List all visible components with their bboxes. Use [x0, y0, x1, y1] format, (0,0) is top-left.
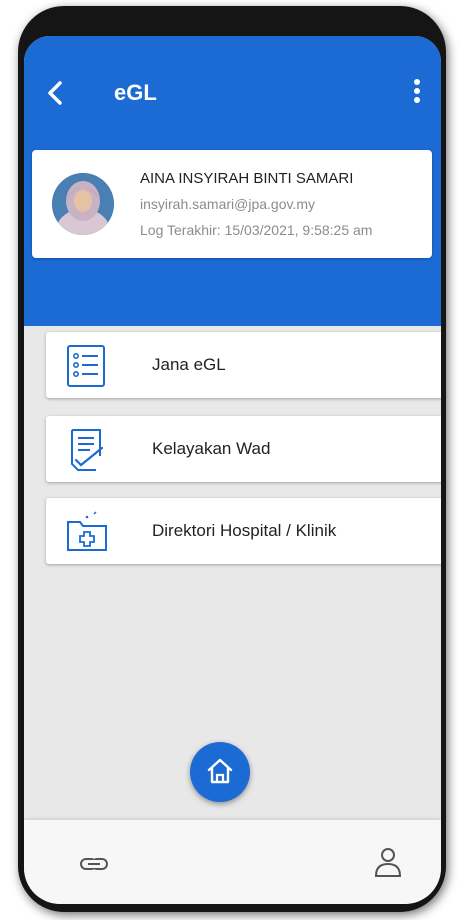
menu-item-label: Kelayakan Wad — [152, 439, 271, 458]
checklist-document-icon — [71, 429, 104, 471]
more-vert-icon[interactable] — [405, 76, 429, 110]
bottom-nav — [24, 820, 441, 904]
last-login: Log Terakhir: 15/03/2021, 9:58:25 am — [140, 222, 373, 238]
chevron-left-icon[interactable] — [40, 78, 70, 108]
link-icon[interactable] — [76, 846, 112, 882]
menu-item-jana-egl[interactable]: Jana eGL — [46, 332, 441, 398]
menu-item-label: Direktori Hospital / Klinik — [152, 521, 337, 540]
menu-item-kelayakan-wad[interactable]: Kelayakan Wad — [46, 416, 441, 482]
menu-item-direktori-hospital[interactable]: Direktori Hospital / Klinik — [46, 498, 441, 564]
list-icon — [67, 345, 105, 387]
menu-item-label: Jana eGL — [152, 355, 226, 374]
home-icon — [207, 758, 233, 784]
profile-name: AINA INSYIRAH BINTI SAMARI — [140, 170, 354, 187]
home-button[interactable] — [190, 742, 250, 802]
medical-folder-icon — [67, 511, 107, 551]
profile-email: insyirah.samari@jpa.gov.my — [140, 196, 316, 212]
page-title: eGL — [114, 80, 157, 105]
user-icon[interactable] — [370, 844, 406, 880]
profile-card: AINA INSYIRAH BINTI SAMARI insyirah.sama… — [32, 150, 432, 258]
avatar — [52, 173, 114, 235]
